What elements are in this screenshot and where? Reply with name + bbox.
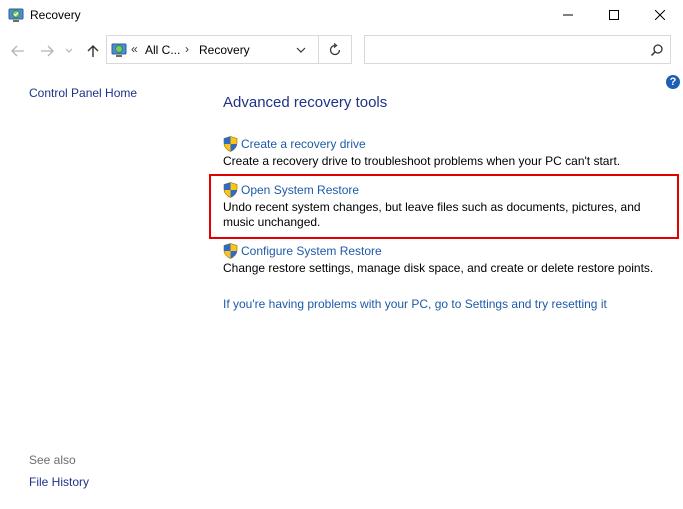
maximize-icon <box>609 10 619 20</box>
refresh-icon <box>329 43 341 56</box>
highlight-box <box>209 174 679 239</box>
reset-pc-settings-link[interactable]: If you're having problems with your PC, … <box>223 297 607 311</box>
back-button[interactable] <box>9 42 27 60</box>
search-box[interactable] <box>364 35 671 64</box>
tool-description: Create a recovery drive to troubleshoot … <box>223 154 621 168</box>
help-icon[interactable]: ? <box>666 75 680 89</box>
up-button[interactable] <box>84 42 102 60</box>
address-divider <box>318 36 319 63</box>
breadcrumb-all-control-panel[interactable]: All C... <box>145 43 180 57</box>
tool-description: Change restore settings, manage disk spa… <box>223 261 654 275</box>
file-history-link[interactable]: File History <box>29 475 89 489</box>
search-icon[interactable] <box>650 43 664 57</box>
search-input[interactable] <box>371 40 641 60</box>
window-title: Recovery <box>30 8 81 22</box>
refresh-button[interactable] <box>327 42 343 58</box>
up-arrow-icon <box>87 45 99 57</box>
title-bar: Recovery <box>0 0 683 30</box>
forward-button[interactable] <box>38 42 56 60</box>
tool-create-recovery-drive: Create a recovery drive Create a recover… <box>223 136 673 169</box>
chevron-down-icon <box>65 48 73 53</box>
configure-system-restore-link[interactable]: Configure System Restore <box>223 243 673 259</box>
see-also-heading: See also <box>29 453 76 467</box>
forward-arrow-icon <box>41 45 54 57</box>
close-icon <box>655 10 665 20</box>
tool-configure-system-restore: Configure System Restore Change restore … <box>223 243 673 276</box>
breadcrumb-recovery[interactable]: Recovery <box>199 43 250 57</box>
address-overflow[interactable]: « <box>131 42 138 56</box>
uac-shield-icon <box>223 136 238 152</box>
create-recovery-drive-link[interactable]: Create a recovery drive <box>223 136 673 152</box>
tool-link-label[interactable]: Create a recovery drive <box>241 137 366 151</box>
uac-shield-icon <box>223 243 238 259</box>
recovery-icon <box>8 7 24 23</box>
tool-link-label[interactable]: Configure System Restore <box>241 244 382 258</box>
breadcrumb-separator[interactable]: › <box>185 42 189 56</box>
minimize-icon <box>563 14 573 16</box>
control-panel-home-link[interactable]: Control Panel Home <box>29 86 137 100</box>
minimize-button[interactable] <box>545 0 591 30</box>
chevron-down-icon <box>296 47 306 53</box>
control-panel-icon <box>111 42 127 58</box>
maximize-button[interactable] <box>591 0 637 30</box>
close-button[interactable] <box>637 0 683 30</box>
back-arrow-icon <box>11 45 24 57</box>
address-bar[interactable]: « All C... › Recovery <box>106 35 352 64</box>
recent-locations-button[interactable] <box>63 42 75 60</box>
address-dropdown-button[interactable] <box>293 42 309 58</box>
navigation-bar: « All C... › Recovery <box>0 34 683 66</box>
page-title: Advanced recovery tools <box>223 94 388 111</box>
